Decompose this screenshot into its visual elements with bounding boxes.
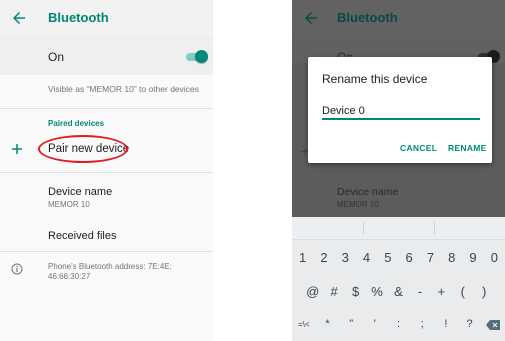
key[interactable]: 1 <box>292 250 313 265</box>
device-name-label[interactable]: Device name <box>48 186 112 198</box>
app-bar: Bluetooth <box>292 0 505 37</box>
rename-dialog: Rename this device CANCEL RENAME <box>308 57 492 163</box>
suggestion-divider <box>434 222 435 235</box>
suggestion-divider <box>363 222 364 235</box>
key[interactable]: ( <box>452 284 473 299</box>
divider <box>0 251 213 252</box>
key[interactable]: 0 <box>484 250 505 265</box>
rename-device-screen: Bluetooth On + Device name MEMOR 10 Rena… <box>292 0 505 341</box>
key[interactable]: ? <box>458 318 482 330</box>
rename-button[interactable]: RENAME <box>448 143 487 153</box>
bluetooth-toggle[interactable] <box>186 50 208 63</box>
divider <box>0 172 213 173</box>
soft-keyboard: 1 2 3 4 5 6 7 8 9 0 @ # $ % & - + ( ) =\… <box>292 217 505 341</box>
key[interactable]: + <box>431 284 452 299</box>
key[interactable]: 8 <box>441 250 462 265</box>
key[interactable]: 5 <box>377 250 398 265</box>
key-more-symbols[interactable]: =\< <box>292 320 316 329</box>
plus-icon <box>12 144 22 154</box>
device-name-value: MEMOR 10 <box>48 200 90 209</box>
back-arrow-icon[interactable] <box>10 9 28 27</box>
bluetooth-toggle-row[interactable]: On <box>0 37 213 75</box>
app-bar: Bluetooth <box>0 0 213 37</box>
key[interactable]: 2 <box>313 250 334 265</box>
toggle-knob <box>195 50 208 63</box>
key[interactable]: 9 <box>462 250 483 265</box>
backspace-key[interactable] <box>481 317 505 332</box>
page-title: Bluetooth <box>48 10 109 25</box>
backspace-icon <box>486 320 501 331</box>
key[interactable]: " <box>339 318 363 330</box>
keyboard-row-symbols: @ # $ % & - + ( ) <box>292 276 505 306</box>
key[interactable]: ; <box>410 318 434 330</box>
keyboard-row-more-symbols: =\< * " ' : ; ! ? <box>292 309 505 339</box>
dialog-title: Rename this device <box>322 72 428 86</box>
device-name-input[interactable] <box>322 104 480 120</box>
received-files-item[interactable]: Received files <box>48 230 116 242</box>
key[interactable]: - <box>409 284 430 299</box>
device-name-value: MEMOR 10 <box>337 200 379 209</box>
key[interactable]: * <box>316 318 340 330</box>
key[interactable]: 3 <box>335 250 356 265</box>
key[interactable]: # <box>323 284 344 299</box>
keyboard-row-numbers: 1 2 3 4 5 6 7 8 9 0 <box>292 242 505 272</box>
key[interactable]: 6 <box>398 250 419 265</box>
paired-devices-header: Paired devices <box>48 119 105 128</box>
bluetooth-settings-screen: Bluetooth On Visible as “MEMOR 10” to ot… <box>0 0 213 341</box>
key[interactable]: $ <box>345 284 366 299</box>
bluetooth-address: Phone's Bluetooth address: 7E:4E: 46:66:… <box>48 262 172 281</box>
key[interactable]: ' <box>363 318 387 330</box>
suggestion-strip <box>292 217 505 240</box>
key[interactable]: ) <box>474 284 495 299</box>
divider <box>0 108 213 109</box>
visibility-text: Visible as “MEMOR 10” to other devices <box>48 84 200 94</box>
highlight-circle <box>38 135 128 163</box>
toggle-label: On <box>48 50 65 64</box>
key[interactable]: 7 <box>420 250 441 265</box>
key[interactable]: 4 <box>356 250 377 265</box>
key[interactable]: @ <box>302 284 323 299</box>
key[interactable]: : <box>387 318 411 330</box>
key[interactable]: & <box>388 284 409 299</box>
key[interactable]: ! <box>434 318 458 330</box>
cancel-button[interactable]: CANCEL <box>400 143 437 153</box>
back-arrow-icon[interactable] <box>302 9 320 27</box>
device-name-label: Device name <box>337 186 399 198</box>
key[interactable]: % <box>366 284 387 299</box>
page-title: Bluetooth <box>337 10 398 25</box>
info-icon <box>11 263 23 275</box>
